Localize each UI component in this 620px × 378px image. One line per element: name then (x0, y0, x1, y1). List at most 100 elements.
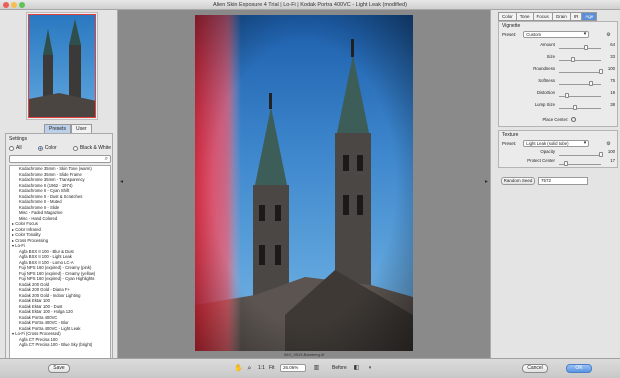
slider-row: Amount 64 (499, 42, 619, 51)
adjustment-tabs: Color Tone Focus Grain IR Age (498, 12, 598, 21)
place-center-target-icon[interactable] (570, 117, 576, 123)
vignette-preset-label: Preset: (502, 32, 517, 37)
vignette-section: Vignette Preset: Custom ⚙ Amount 64 Size 33… (498, 21, 618, 127)
tab-color[interactable]: Color (498, 12, 517, 21)
slider-thumb[interactable] (570, 57, 575, 62)
collapse-right-arrow-icon[interactable]: ▸ (485, 178, 488, 185)
preset-item[interactable]: Agfa CT Precisa 100 - Blue Sky (bright) (10, 342, 110, 348)
preset-list[interactable]: Kodachrome 35mm - Skin Tone (warm) Kodach… (9, 165, 111, 363)
cancel-button[interactable]: Cancel (522, 364, 548, 373)
texture-preset-select[interactable]: Light Leak (solid tube) (523, 140, 590, 147)
thumbnail-cathedral-image (29, 19, 95, 117)
slider-label: Softness (538, 78, 555, 83)
collapse-left-arrow-icon[interactable]: ◂ (120, 178, 123, 185)
texture-preset-row: Preset: Light Leak (solid tube) ⚙ (502, 140, 611, 147)
slider-row: Lump Size 38 (499, 102, 619, 111)
zoom-1-1-button[interactable]: 1:1 (258, 365, 265, 371)
zoom-percent-select[interactable]: 26.06% (280, 364, 306, 372)
ok-button[interactable]: OK (566, 364, 592, 373)
title-bar: Alien Skin Exposure 4 Trial | Lo-Fi | Ko… (0, 0, 620, 10)
radio-color[interactable]: Color (37, 145, 57, 151)
right-panel: Color Tone Focus Grain IR Age Vignette P… (490, 10, 620, 358)
slider-row: Distortion 19 (499, 90, 619, 99)
slider-track[interactable] (559, 152, 603, 157)
slider-label: Amount (540, 42, 555, 47)
split-view-icon[interactable]: ▥ (312, 364, 321, 373)
image-filename: IMG_9519-Bamberg.tif (283, 352, 325, 357)
save-button[interactable]: Save (48, 364, 70, 373)
hand-tool-icon[interactable]: ✋ (234, 364, 243, 373)
radio-dot (72, 145, 78, 151)
slider-label: Lump Size (534, 102, 555, 107)
radio-all-label: All (16, 145, 22, 151)
radio-black-white-label: Black & White (79, 145, 111, 151)
slider-thumb[interactable] (599, 152, 603, 157)
cathedral-photo (195, 15, 413, 351)
texture-title: Texture (502, 132, 519, 138)
place-center: Place Center: (499, 117, 619, 123)
tab-age[interactable]: Age (581, 12, 598, 21)
vignette-preset-row: Preset: Custom ⚙ (502, 31, 611, 38)
slider-track[interactable] (559, 105, 601, 110)
slider-label: Roundness (533, 66, 555, 71)
slider-thumb[interactable] (588, 81, 593, 86)
tab-focus[interactable]: Focus (532, 12, 553, 21)
zoom-tool-icon[interactable]: ⌕ (245, 364, 254, 373)
radio-all[interactable]: All (9, 145, 22, 151)
radio-dot (37, 145, 43, 151)
slider-value: 19 (610, 90, 615, 95)
slider-track[interactable] (559, 93, 601, 98)
filter-radios: All Color Black & White (9, 145, 111, 151)
slider-track[interactable] (559, 57, 601, 62)
navigator-thumbnail[interactable] (26, 12, 98, 120)
slider-row: Opacity 100 (499, 149, 619, 158)
radio-color-label: Color (44, 145, 57, 151)
preview-canvas[interactable]: ◂ ▸ IMG_9519-Bamberg.tif (118, 10, 490, 358)
navigator-preview (28, 14, 96, 118)
slider-track[interactable] (559, 45, 601, 50)
settings-box: Settings All Color Black & White ⌕ Kodac… (5, 133, 113, 365)
slider-row: Size 33 (499, 54, 619, 63)
slider-label: Size (546, 54, 555, 59)
before-label[interactable]: Before (332, 365, 347, 371)
radio-black-white[interactable]: Black & White (72, 145, 111, 151)
vignette-preset-select[interactable]: Custom (523, 31, 590, 38)
slider-thumb[interactable] (564, 161, 569, 166)
random-seed-field[interactable]: 7572 (538, 177, 588, 185)
compare-icon[interactable]: ◧ (352, 364, 361, 373)
slider-label: Protect Center (527, 158, 555, 163)
slider-value: 75 (610, 78, 615, 83)
slider-label: Distortion (536, 90, 555, 95)
random-seed-button[interactable]: Random Seed (501, 177, 535, 185)
slider-row: Protect Center 17 (499, 158, 619, 167)
preset-menu-icon[interactable]: ⚙ (606, 32, 610, 38)
slider-thumb[interactable] (599, 69, 603, 74)
window-title: Alien Skin Exposure 4 Trial | Lo-Fi | Ko… (213, 2, 407, 8)
slider-row: Softness 75 (499, 78, 619, 87)
slider-value: 17 (610, 158, 615, 163)
vignette-title: Vignette (502, 23, 521, 29)
settings-label: Settings (9, 136, 28, 142)
tab-grain[interactable]: Grain (551, 12, 571, 21)
slider-thumb[interactable] (564, 93, 569, 98)
slider-track[interactable] (559, 161, 601, 166)
place-center-label: Place Center: (542, 117, 569, 122)
preset-menu-icon[interactable]: ⚙ (606, 141, 610, 147)
preset-search-input[interactable]: ⌕ (9, 155, 111, 163)
slider-thumb[interactable] (583, 45, 588, 50)
options-icon[interactable]: ◐ (366, 364, 375, 373)
slider-track[interactable] (559, 69, 603, 74)
preview-image (195, 15, 413, 351)
radio-dot (9, 145, 14, 151)
random-seed-row: Random Seed 7572 (498, 177, 618, 187)
tab-tone[interactable]: Tone (515, 12, 534, 21)
texture-preset-label: Preset: (502, 141, 517, 146)
slider-label: Opacity (540, 149, 555, 154)
bottom-bar: Save ✋ ⌕ 1:1 Fit 26.06% ▥ Before ◧ ◐ Can… (0, 358, 620, 378)
slider-thumb[interactable] (572, 105, 577, 110)
left-panel: Presets User Settings All Color Black & … (0, 10, 118, 365)
zoom-fit-button[interactable]: Fit (269, 365, 275, 371)
slider-row: Roundness 100 (499, 66, 619, 75)
texture-section: Texture Preset: Light Leak (solid tube) … (498, 130, 618, 168)
slider-track[interactable] (559, 81, 601, 86)
